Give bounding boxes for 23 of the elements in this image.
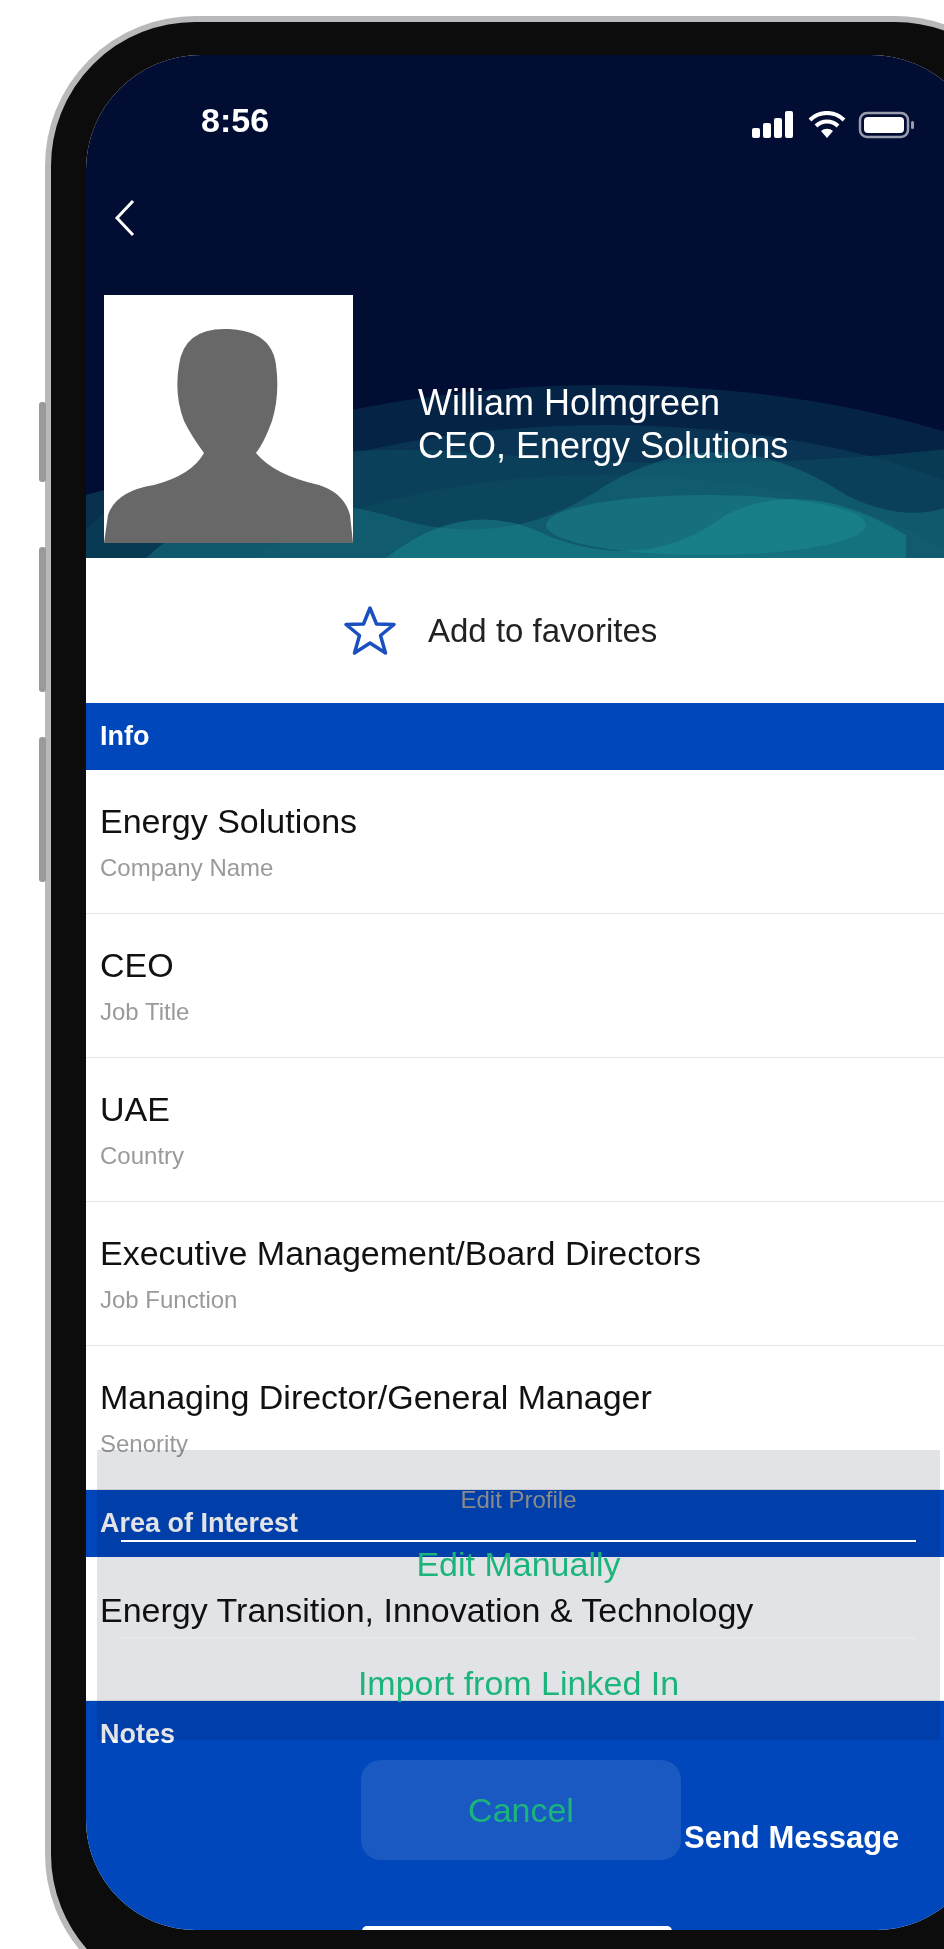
contact-name: William Holmgreen [418,381,722,424]
field-label: Country [100,1141,185,1170]
field-label: Job Title [100,997,190,1026]
field-value: CEO [100,945,174,984]
field-label: Senority [100,1429,189,1458]
send-message-button[interactable]: Send Message [684,1814,900,1862]
field-label: Company Name [100,853,274,882]
field-value: Energy Transition, Innovation & Technology [100,1591,754,1629]
field-value: Executive Management/Board Directors [100,1233,701,1272]
sheet-option[interactable]: Import from Linked In [351,1663,686,1703]
field-value: Managing Director/General Manager [100,1377,652,1416]
contact-headline: CEO, Energy Solutions [418,424,789,467]
field-value: UAE [100,1089,170,1128]
sheet-title: Edit Profile [460,1486,577,1514]
field-value: Energy Solutions [100,801,358,840]
sheet-option[interactable]: Edit Manually [410,1544,627,1584]
section-header: Info [86,703,944,770]
status-time: 8:56 [201,100,270,140]
field-label: Job Function [100,1285,238,1314]
cancel-button[interactable]: Cancel [361,1760,681,1860]
signal-icon [752,110,796,140]
battery-icon [858,111,916,139]
wifi-icon [808,111,846,139]
